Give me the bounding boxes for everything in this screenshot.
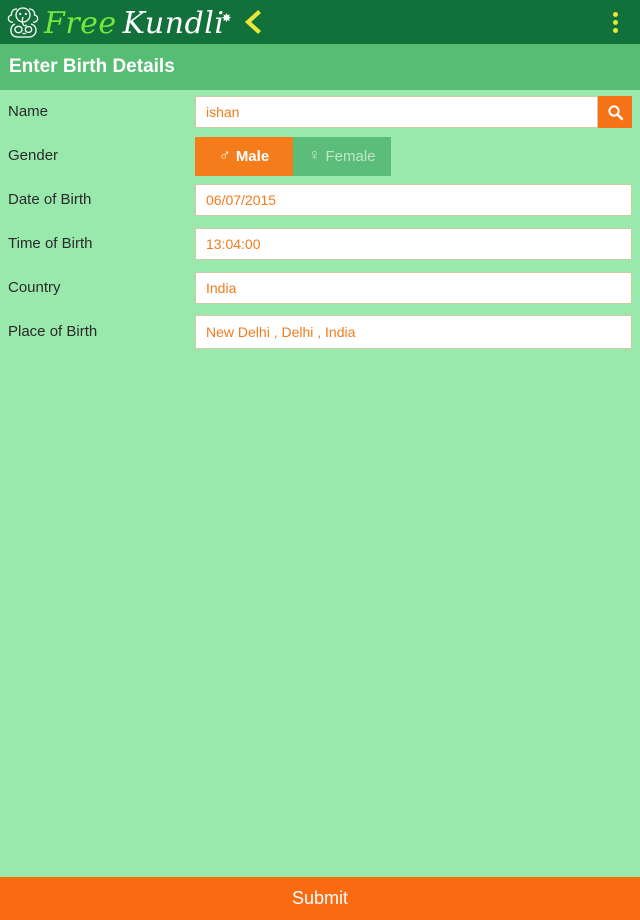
- search-icon: [607, 104, 623, 120]
- menu-dot: [612, 19, 618, 25]
- gender-option-male-label: Male: [235, 147, 270, 165]
- back-chevron-icon[interactable]: [242, 8, 264, 36]
- label-gender: Gender: [8, 147, 59, 164]
- section-header: Enter Birth Details: [0, 44, 640, 90]
- label-country: Country: [8, 279, 61, 296]
- form-row-gender: Gender ♂ Male ♀ Female: [0, 134, 640, 178]
- label-place-of-birth: Place of Birth: [8, 323, 98, 340]
- form-row-country: Country India: [0, 266, 640, 310]
- app-bar: Free Kundli✸: [0, 0, 640, 44]
- ganesha-icon: [7, 7, 39, 38]
- page-title: Enter Birth Details: [9, 56, 175, 77]
- form-row-date-of-birth: Date of Birth 06/07/2015: [0, 178, 640, 222]
- menu-dot: [612, 27, 618, 33]
- submit-button[interactable]: Submit: [0, 877, 640, 920]
- brand-title: Free Kundli✸: [44, 1, 232, 41]
- time-of-birth-input[interactable]: 13:04:00: [195, 228, 632, 260]
- venus-icon: ♀: [308, 147, 321, 164]
- brand-word-free: Free: [44, 6, 117, 41]
- gender-option-female-label: Female: [325, 147, 376, 165]
- brand-word-kundli: Kundli: [122, 6, 225, 41]
- label-time-of-birth: Time of Birth: [8, 235, 93, 252]
- time-of-birth-field-wrap: 13:04:00: [195, 228, 632, 260]
- country-field-wrap: India: [195, 272, 632, 304]
- date-of-birth-input[interactable]: 06/07/2015: [195, 184, 632, 216]
- gender-option-female[interactable]: ♀ Female: [293, 136, 391, 176]
- form-row-time-of-birth: Time of Birth 13:04:00: [0, 222, 640, 266]
- label-name: Name: [8, 103, 49, 120]
- mars-icon: ♂: [218, 147, 231, 164]
- date-of-birth-field-wrap: 06/07/2015: [195, 184, 632, 216]
- birth-details-form: Name ishan Gender ♂ Male ♀ Female Date o…: [0, 90, 640, 354]
- country-input[interactable]: India: [195, 272, 632, 304]
- name-input[interactable]: ishan: [195, 96, 598, 128]
- gender-toggle-group: ♂ Male ♀ Female: [195, 136, 391, 176]
- label-date-of-birth: Date of Birth: [8, 191, 92, 208]
- brand-star-icon: ✸: [221, 11, 233, 25]
- gender-field-wrap: ♂ Male ♀ Female: [195, 136, 632, 176]
- name-field-wrap: ishan: [195, 96, 632, 128]
- place-of-birth-field-wrap: New Delhi , Delhi , India: [195, 315, 632, 349]
- form-row-place-of-birth: Place of Birth New Delhi , Delhi , India: [0, 310, 640, 354]
- form-row-name: Name ishan: [0, 90, 640, 134]
- overflow-menu-icon[interactable]: [604, 8, 626, 36]
- search-button[interactable]: [598, 96, 632, 128]
- gender-option-male[interactable]: ♂ Male: [195, 136, 293, 176]
- menu-dot: [612, 11, 618, 17]
- place-of-birth-input[interactable]: New Delhi , Delhi , India: [195, 315, 632, 349]
- submit-button-label: Submit: [291, 888, 349, 908]
